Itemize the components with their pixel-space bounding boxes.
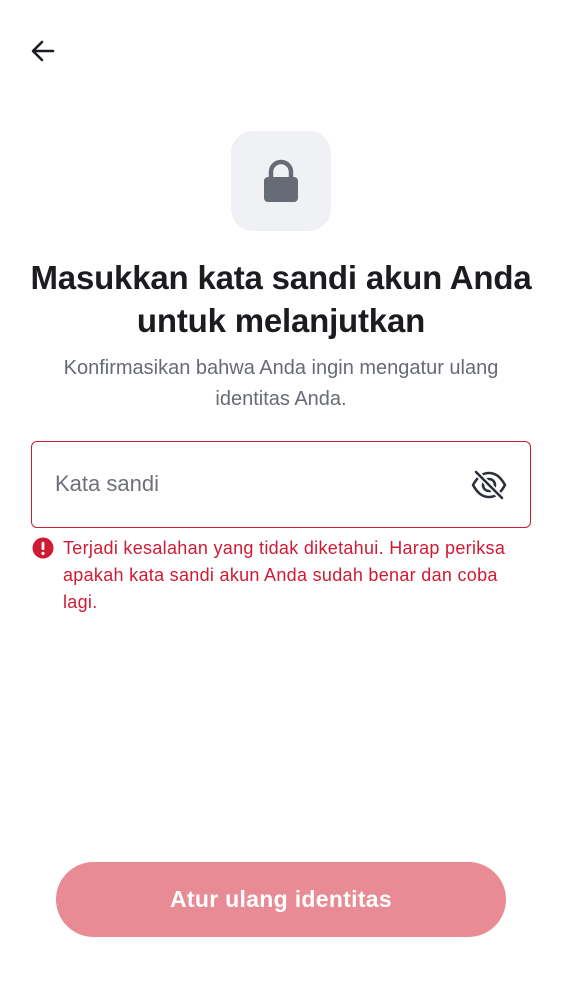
password-field: [31, 441, 531, 528]
toggle-password-visibility-button[interactable]: [470, 466, 508, 504]
page-subtitle: Konfirmasikan bahwa Anda ingin mengatur …: [63, 357, 499, 410]
password-input[interactable]: [55, 442, 455, 526]
error-message: Terjadi kesalahan yang tidak diketahui. …: [63, 538, 506, 612]
reset-identity-button[interactable]: Atur ulang identitas: [56, 862, 506, 937]
lock-icon: [264, 159, 298, 202]
eye-off-icon: [471, 469, 507, 501]
back-button[interactable]: [22, 30, 64, 72]
alert-circle-icon: [32, 537, 54, 559]
arrow-left-icon: [31, 40, 55, 62]
lock-icon-tile: [231, 131, 331, 231]
page-title: Masukkan kata sandi akun Anda untuk mela…: [30, 259, 532, 339]
